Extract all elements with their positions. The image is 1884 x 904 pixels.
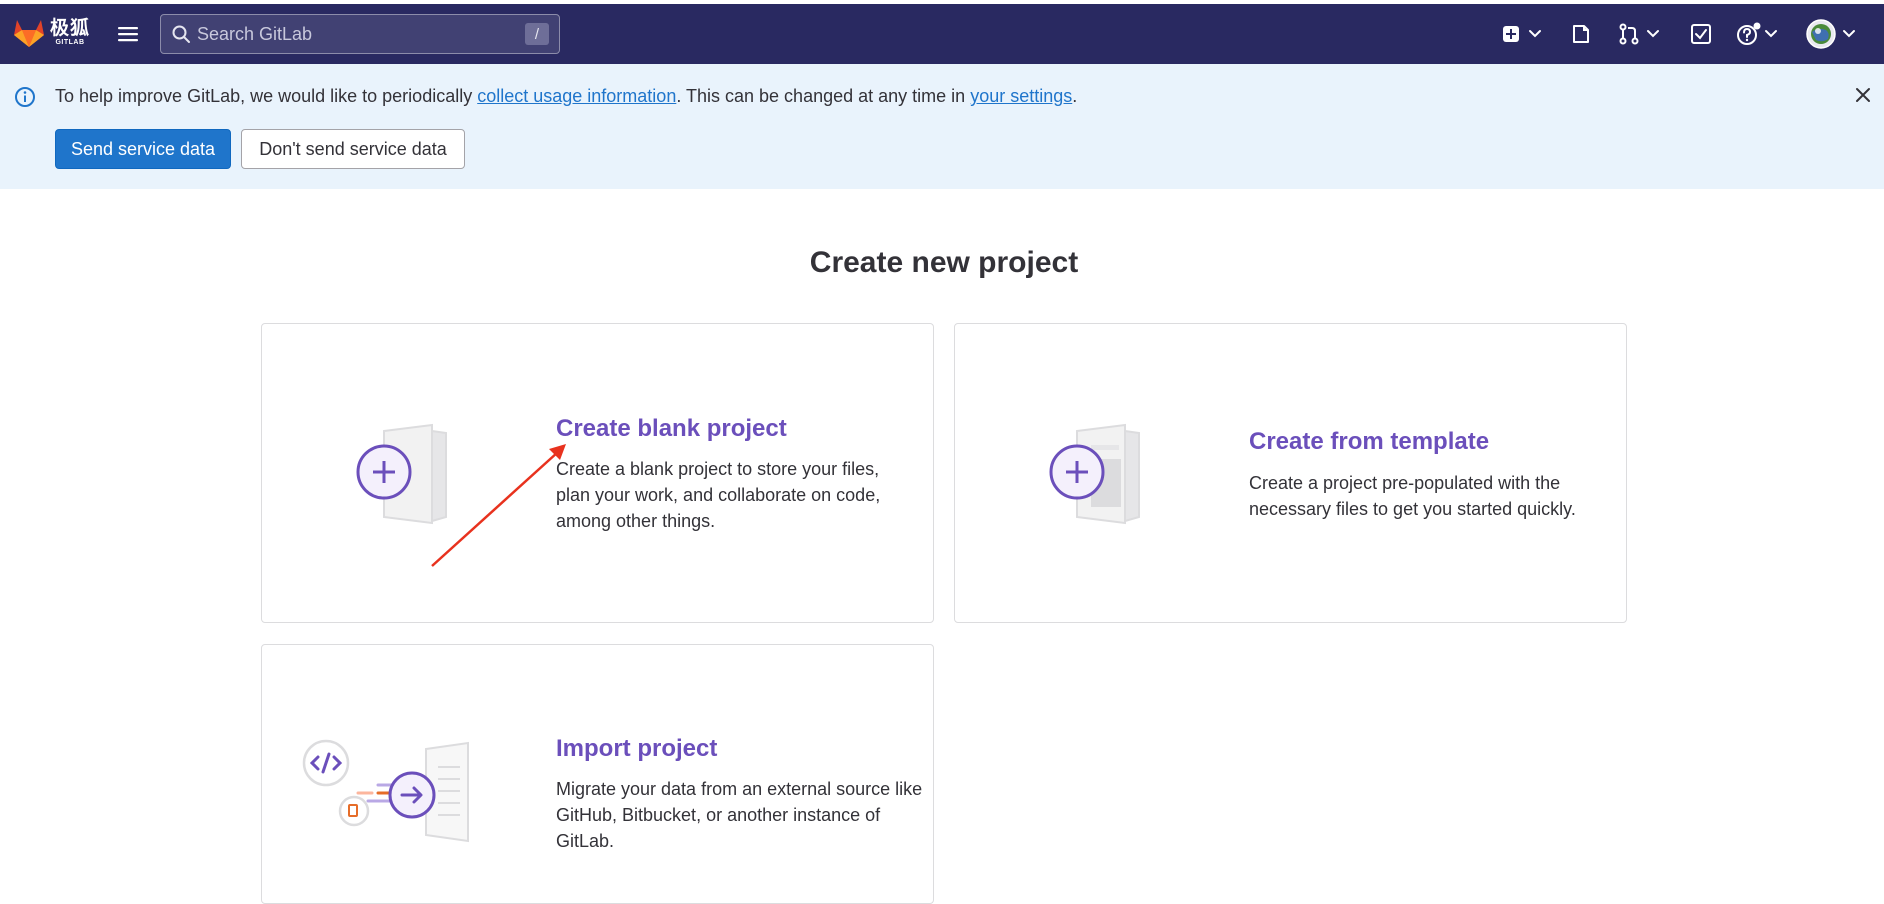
search-input[interactable] [191, 15, 525, 53]
gitlab-fox-icon [14, 20, 44, 47]
todos-icon [1691, 24, 1711, 44]
brand-logo[interactable]: 极狐 GITLAB [12, 16, 90, 48]
import-illustration-icon [302, 739, 469, 843]
card-title[interactable]: Create from template [1249, 428, 1489, 456]
blank-project-illustration-icon [356, 423, 447, 525]
brand-subtitle: GITLAB [55, 38, 85, 46]
send-service-data-button[interactable]: Send service data [55, 129, 231, 169]
info-icon [15, 87, 35, 107]
menu-icon[interactable] [114, 22, 142, 46]
issues-icon [1573, 25, 1589, 43]
banner-text-middle: . This can be changed at any time in [676, 86, 971, 106]
card-description: Migrate your data from an external sourc… [556, 779, 923, 851]
card-title[interactable]: Create blank project [556, 415, 787, 443]
close-icon[interactable] [1852, 84, 1874, 106]
create-blank-project-card[interactable]: Create blank project Create a blank proj… [261, 323, 934, 623]
card-title[interactable]: Import project [556, 735, 717, 763]
search-shortcut-hint: / [525, 23, 549, 45]
card-description: Create a project pre-populated with the … [1249, 473, 1576, 519]
avatar [1806, 19, 1836, 49]
chevron-down-icon [1843, 30, 1855, 38]
issues-button[interactable] [1570, 20, 1592, 48]
usage-ping-banner: To help improve GitLab, we would like to… [0, 64, 1884, 189]
top-navbar: 极狐 GITLAB / [0, 4, 1884, 64]
page-title: Create new project [809, 246, 1079, 279]
merge-requests-icon [1619, 23, 1639, 45]
dont-send-service-data-button[interactable]: Don't send service data [241, 129, 465, 169]
chevron-down-icon [1529, 30, 1541, 38]
user-menu-dropdown[interactable] [1806, 19, 1856, 49]
help-dropdown[interactable] [1736, 20, 1778, 48]
collect-usage-link[interactable]: collect usage information [477, 86, 676, 106]
search-icon [172, 25, 190, 43]
banner-text-before: To help improve GitLab, we would like to… [55, 86, 478, 106]
create-from-template-card[interactable]: Create from template Create a project pr… [954, 323, 1627, 623]
new-item-dropdown[interactable] [1502, 20, 1542, 48]
template-illustration-icon [1049, 423, 1140, 525]
chevron-down-icon [1647, 30, 1659, 38]
brand-name: 极狐 [50, 16, 91, 39]
search-box[interactable]: / [160, 14, 560, 54]
banner-message: To help improve GitLab, we would like to… [55, 86, 1077, 107]
new-item-icon [1503, 26, 1519, 42]
chevron-down-icon [1765, 30, 1777, 38]
help-icon [1737, 22, 1761, 45]
todos-button[interactable] [1690, 20, 1712, 48]
import-project-card[interactable]: Import project Migrate your data from an… [261, 644, 934, 904]
card-description: Create a blank project to store your fil… [556, 459, 881, 531]
merge-requests-dropdown[interactable] [1618, 20, 1660, 48]
banner-text-after: . [1072, 86, 1078, 106]
your-settings-link[interactable]: your settings [970, 86, 1072, 106]
